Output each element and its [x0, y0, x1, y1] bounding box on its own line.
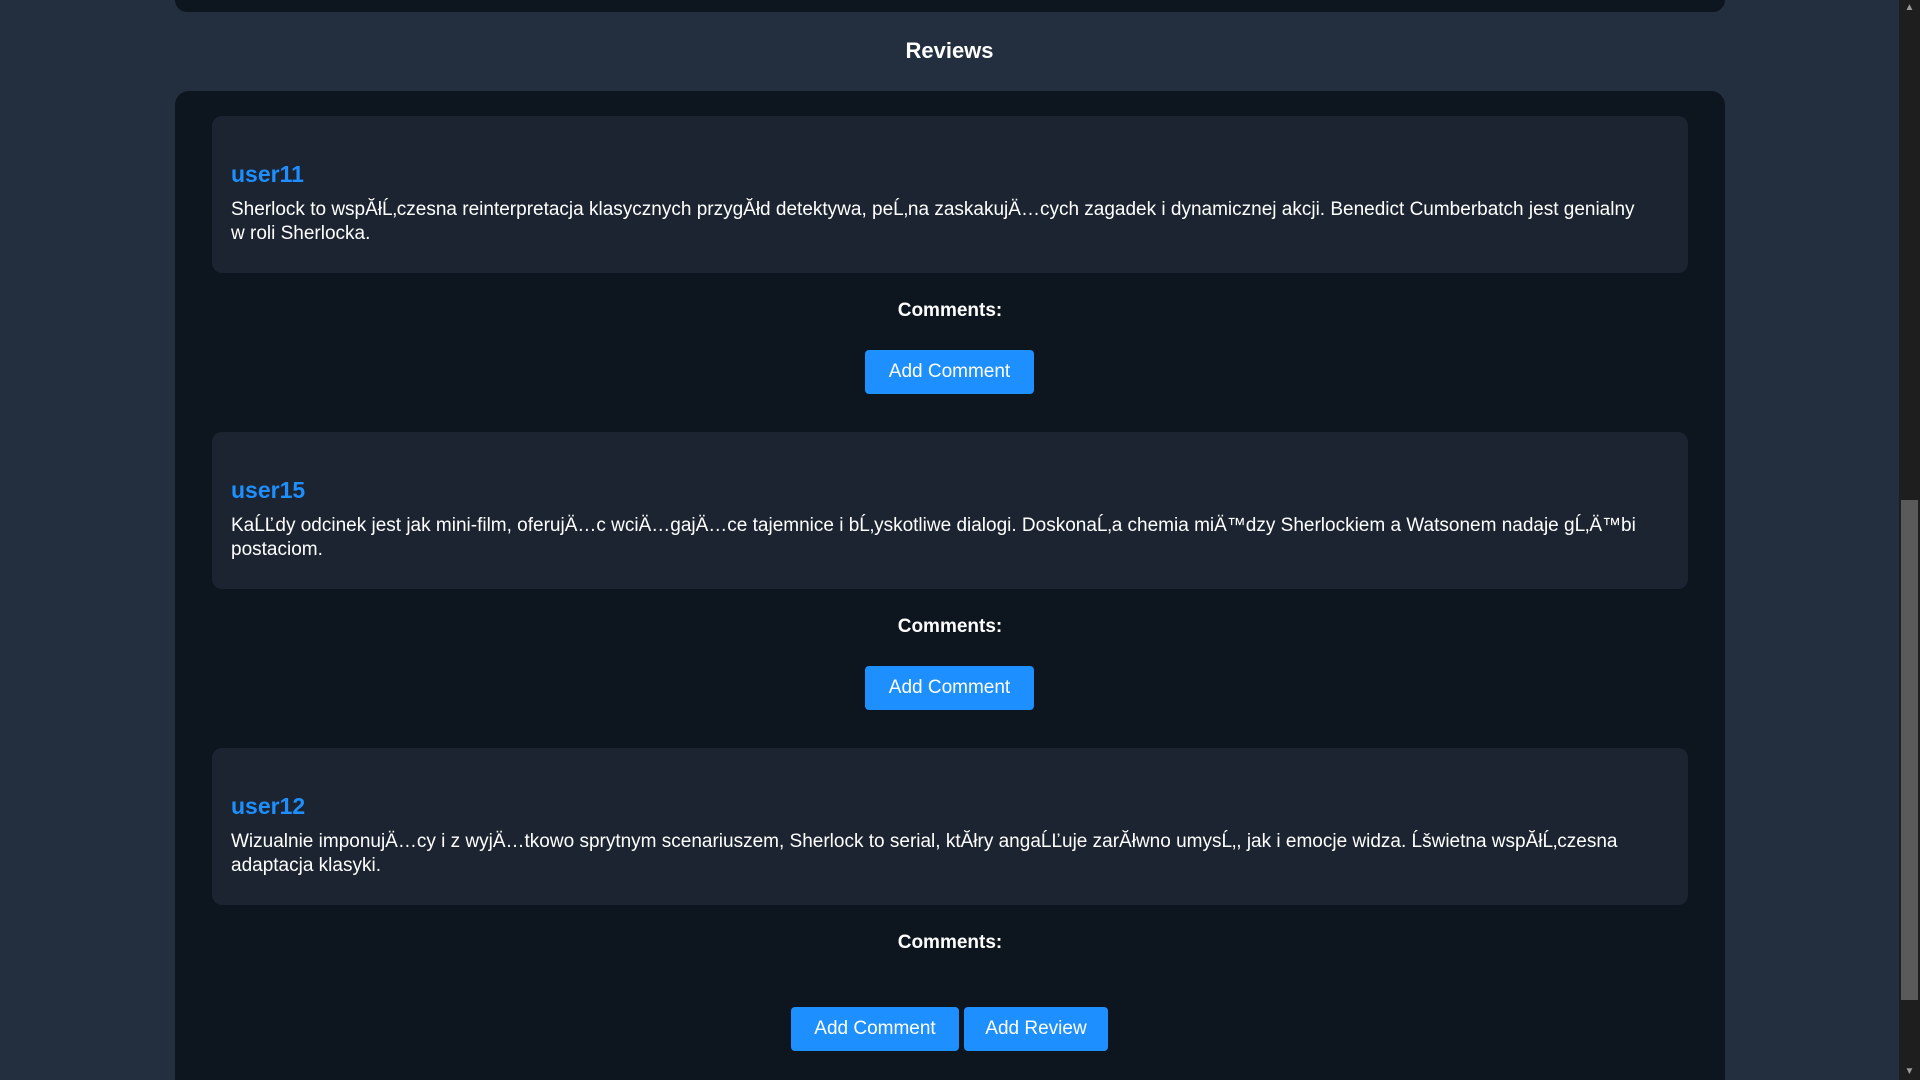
previous-card-edge: [175, 0, 1725, 12]
section-title: Reviews: [905, 38, 994, 63]
page-viewport: Reviews user11 Sherlock to wspĂłĹ‚czesna…: [0, 0, 1899, 1080]
review-author[interactable]: user12: [231, 793, 305, 820]
reviews-container: user11 Sherlock to wspĂłĹ‚czesna reinter…: [175, 91, 1725, 1080]
scrollbar-thumb[interactable]: [1901, 500, 1918, 1000]
review-card: user11 Sherlock to wspĂłĹ‚czesna reinter…: [212, 116, 1688, 273]
review-card: user15 KaĹĽdy odcinek jest jak mini-film…: [212, 432, 1688, 589]
add-comment-button[interactable]: Add Comment: [865, 350, 1034, 394]
scroll-down-icon[interactable]: ▼: [1899, 1064, 1920, 1080]
review-card: user12 Wizualnie imponujÄ…cy i z wyjÄ…tk…: [212, 748, 1688, 905]
review-text: Sherlock to wspĂłĹ‚czesna reinterpretacj…: [231, 199, 1635, 244]
comments-label: Comments:: [897, 616, 1003, 637]
review-text: Wizualnie imponujÄ…cy i z wyjÄ…tkowo spr…: [231, 831, 1618, 876]
vertical-scrollbar[interactable]: ▲ ▼: [1899, 0, 1920, 1080]
review-author[interactable]: user15: [231, 477, 305, 504]
review-text: KaĹĽdy odcinek jest jak mini-film, oferu…: [231, 515, 1636, 560]
review-author[interactable]: user11: [231, 161, 304, 188]
add-comment-button[interactable]: Add Comment: [865, 666, 1034, 710]
comments-label: Comments:: [897, 300, 1003, 321]
add-review-button[interactable]: Add Review: [964, 1007, 1108, 1051]
comments-label: Comments:: [897, 932, 1003, 953]
scroll-up-icon[interactable]: ▲: [1899, 0, 1920, 16]
add-comment-button[interactable]: Add Comment: [791, 1007, 959, 1051]
